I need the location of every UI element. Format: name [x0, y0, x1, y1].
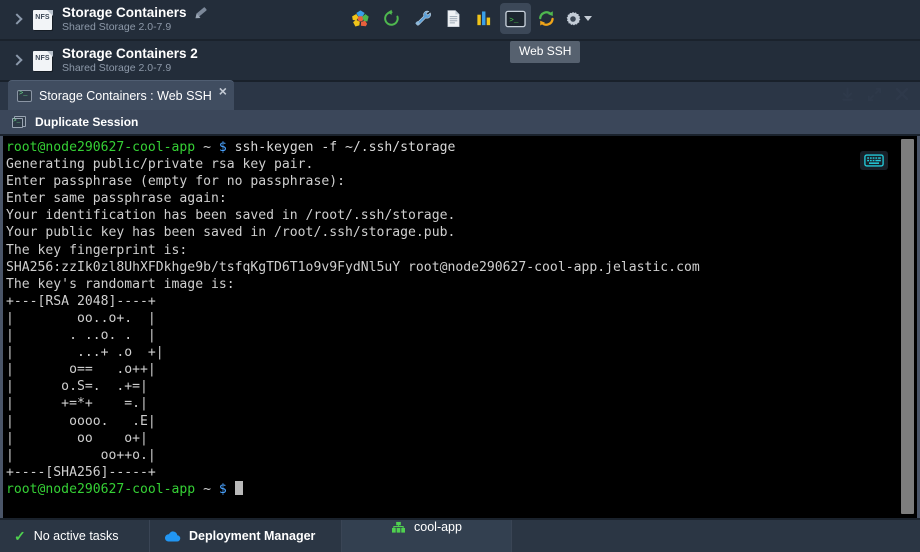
statusbar-filler [512, 520, 920, 552]
environment-title-1: Storage Containers [62, 5, 208, 20]
environment-grid-icon [391, 521, 406, 534]
svg-text:>_: >_ [509, 16, 519, 24]
clone-environment-icon[interactable] [531, 3, 562, 34]
environment-row-2[interactable]: NFS Storage Containers 2 Shared Storage … [0, 41, 920, 80]
environment-text-1: Storage Containers Shared Storage 2.0-7.… [62, 5, 208, 34]
duplicate-session-icon [12, 115, 27, 129]
nfs-node-icon: NFS [32, 9, 54, 31]
restart-nodes-icon[interactable] [376, 3, 407, 34]
web-ssh-icon[interactable]: >_ [500, 3, 531, 34]
nfs-badge-label: NFS [35, 13, 50, 21]
close-panel-icon[interactable] [894, 86, 910, 102]
expand-chevron-icon[interactable] [10, 50, 26, 72]
environment-list: NFS Storage Containers Shared Storage 2.… [0, 0, 920, 80]
keyboard-icon[interactable] [860, 151, 888, 170]
environment-subtitle-1: Shared Storage 2.0-7.9 [62, 21, 172, 33]
panel-tools [840, 86, 910, 102]
settings-gear-icon[interactable] [562, 3, 593, 34]
jelastic-dashboard: NFS Storage Containers Shared Storage 2.… [0, 0, 920, 552]
statusbar-tasks[interactable]: ✓ No active tasks [0, 520, 150, 552]
web-ssh-tooltip: Web SSH [510, 41, 581, 63]
environment-name-label: Storage Containers 2 [62, 46, 198, 61]
statusbar-deployment-manager[interactable]: Deployment Manager [150, 520, 342, 552]
terminal-panel: root@node290627-cool-app ~ $ ssh-keygen … [0, 136, 920, 518]
tasks-label: No active tasks [33, 529, 119, 543]
terminal-scrollbar[interactable] [899, 136, 917, 518]
environment-subtitle-2: Shared Storage 2.0-7.9 [62, 62, 172, 74]
nfs-badge-label: NFS [35, 54, 50, 62]
environment-name-label: Storage Containers [62, 5, 187, 20]
download-icon[interactable] [840, 86, 855, 102]
check-icon: ✓ [14, 527, 26, 544]
session-tabbar: Storage Containers : Web SSH × [0, 80, 920, 110]
scrollbar-thumb[interactable] [901, 139, 914, 514]
tab-label: Storage Containers : Web SSH [39, 88, 212, 103]
tab-close-icon[interactable]: × [219, 84, 227, 98]
cloud-icon [164, 530, 181, 543]
nfs-node-icon: NFS [32, 50, 54, 72]
config-wrench-icon[interactable] [407, 3, 438, 34]
change-topology-icon[interactable] [345, 3, 376, 34]
edit-pencil-icon[interactable] [195, 6, 208, 19]
environment-toolbar: >_ [345, 3, 593, 34]
duplicate-session-bar[interactable]: Duplicate Session [0, 110, 920, 136]
environment-text-2: Storage Containers 2 Shared Storage 2.0-… [62, 46, 198, 75]
log-file-icon[interactable] [438, 3, 469, 34]
duplicate-session-label: Duplicate Session [35, 115, 139, 129]
app-tab-label: cool-app [414, 520, 462, 534]
expand-icon[interactable] [867, 87, 882, 102]
terminal-icon [17, 89, 32, 102]
environment-title-2: Storage Containers 2 [62, 46, 198, 61]
deployment-manager-label: Deployment Manager [189, 529, 316, 543]
tab-web-ssh[interactable]: Storage Containers : Web SSH × [8, 80, 234, 110]
terminal-output[interactable]: root@node290627-cool-app ~ $ ssh-keygen … [3, 136, 898, 518]
chevron-down-icon[interactable] [583, 16, 592, 21]
expand-chevron-icon[interactable] [10, 9, 26, 31]
statusbar-app-tab[interactable]: cool-app × [342, 520, 512, 552]
statusbar: ✓ No active tasks Deployment Manager coo… [0, 518, 920, 552]
statistics-icon[interactable] [469, 3, 500, 34]
